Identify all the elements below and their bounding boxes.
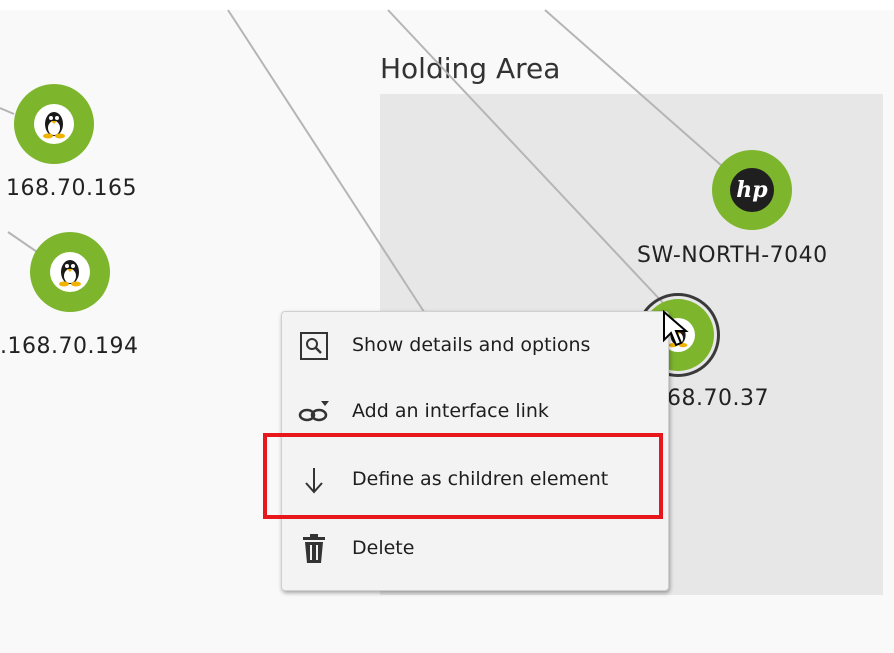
link-line[interactable] xyxy=(544,9,723,167)
hp-logo-icon: hp xyxy=(730,168,774,212)
menu-item-label: Add an interface link xyxy=(352,400,549,422)
node-circle[interactable] xyxy=(30,232,110,312)
menu-item-delete[interactable]: Delete xyxy=(282,519,668,579)
menu-item-show-details[interactable]: Show details and options xyxy=(282,316,668,376)
magnifier-icon xyxy=(296,328,332,364)
topology-canvas[interactable]: Holding Area 168.70.165 .168.70.194 hp S… xyxy=(0,0,894,653)
menu-item-label: Delete xyxy=(352,537,415,559)
link-add-icon xyxy=(296,394,332,430)
linux-tux-icon xyxy=(34,104,74,144)
highlight-annotation xyxy=(263,433,663,519)
node-label: 168.70.165 xyxy=(6,176,137,201)
linux-tux-icon xyxy=(50,252,90,292)
link-line[interactable] xyxy=(227,9,429,319)
node-label: 68.70.37 xyxy=(667,386,769,411)
node-label: .168.70.194 xyxy=(0,334,139,359)
trash-icon xyxy=(296,531,332,567)
node-label: SW-NORTH-7040 xyxy=(637,243,828,268)
link-line[interactable] xyxy=(0,107,15,115)
mouse-cursor-icon xyxy=(662,309,692,354)
menu-item-label: Show details and options xyxy=(352,334,591,356)
link-line[interactable] xyxy=(387,9,666,306)
node-circle[interactable] xyxy=(14,84,94,164)
node-circle[interactable]: hp xyxy=(712,150,792,230)
